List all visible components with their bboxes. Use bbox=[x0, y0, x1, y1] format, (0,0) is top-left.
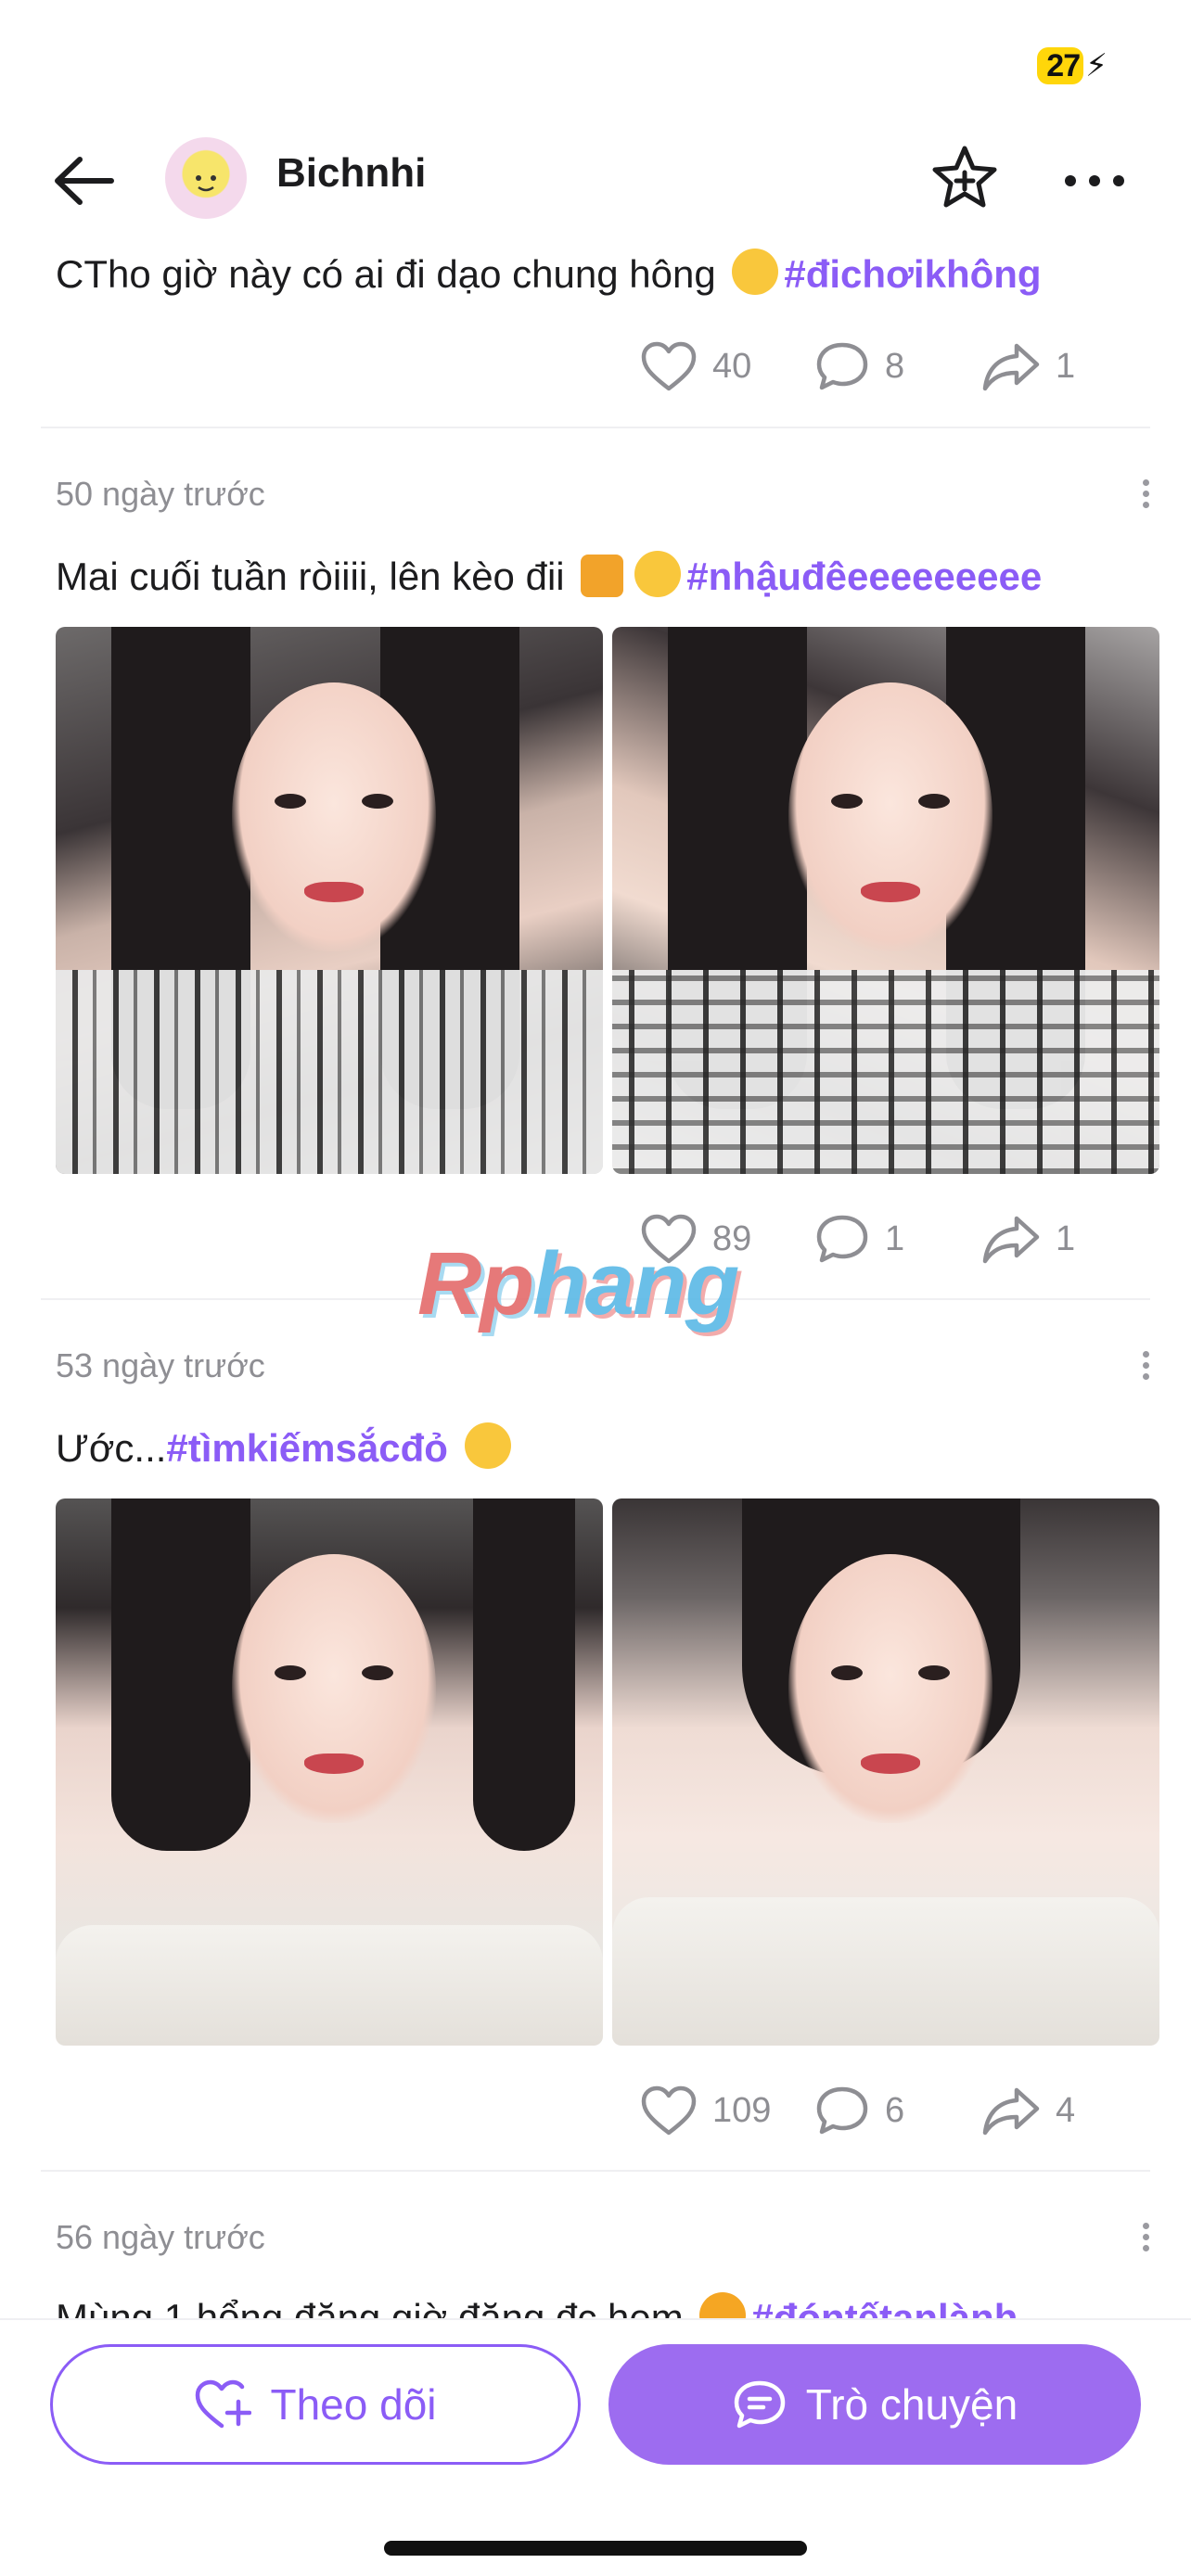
post-text: Ước... bbox=[56, 1426, 167, 1470]
username[interactable]: Bichnhi bbox=[276, 150, 426, 197]
comment-button[interactable]: 6 bbox=[814, 2073, 904, 2148]
status-bar: 27 ⚡ bbox=[0, 0, 1191, 130]
post-photo[interactable] bbox=[612, 1498, 1159, 2046]
star-plus-icon bbox=[932, 146, 997, 208]
post-hashtag[interactable]: #nhậuđêeeeeeeeee bbox=[686, 555, 1042, 598]
chat-button[interactable]: Trò chuyện bbox=[608, 2344, 1141, 2465]
like-count: 40 bbox=[712, 346, 752, 386]
profile-header: Bichnhi bbox=[0, 130, 1191, 232]
post-hashtag[interactable]: #đichơikhông bbox=[784, 252, 1041, 296]
avatar[interactable] bbox=[165, 137, 247, 219]
follow-button-label: Theo dõi bbox=[270, 2380, 437, 2429]
battery-icon: 27 bbox=[1037, 47, 1084, 84]
post-timestamp: 53 ngày trước bbox=[56, 1346, 265, 1384]
favorite-button[interactable] bbox=[928, 141, 1002, 215]
bottom-action-bar: Theo dõi Trò chuyện bbox=[0, 2318, 1191, 2576]
follow-button[interactable]: Theo dõi bbox=[50, 2344, 581, 2465]
share-button[interactable]: 1 bbox=[981, 1202, 1075, 1276]
post-timestamp: 56 ngày trước bbox=[56, 2218, 265, 2256]
heart-plus-icon bbox=[196, 2379, 252, 2429]
back-button[interactable] bbox=[48, 148, 122, 213]
like-button[interactable]: 40 bbox=[640, 329, 751, 403]
comment-button[interactable]: 1 bbox=[814, 1202, 904, 1276]
post-caption: Ước...#tìmkiếmsắcđỏ bbox=[56, 1422, 517, 1471]
post-more-button[interactable] bbox=[1132, 1346, 1159, 1393]
chat-bubble-icon bbox=[734, 2380, 786, 2429]
comment-button[interactable]: 8 bbox=[814, 329, 904, 403]
heart-icon bbox=[641, 341, 697, 391]
more-horizontal-icon bbox=[1065, 175, 1124, 186]
share-count: 4 bbox=[1056, 2090, 1076, 2130]
divider bbox=[41, 427, 1150, 428]
beer-mug-emoji-icon bbox=[581, 555, 624, 597]
comment-count: 8 bbox=[885, 346, 905, 386]
sad-face-emoji-icon bbox=[732, 249, 779, 295]
comment-count: 1 bbox=[885, 1218, 905, 1258]
like-button[interactable]: 109 bbox=[640, 2073, 771, 2148]
post-text: CTho giờ này có ai đi dạo chung hông bbox=[56, 252, 716, 296]
post-photo[interactable] bbox=[56, 1498, 603, 2046]
comment-icon bbox=[816, 1215, 868, 1263]
battery-indicator: 27 ⚡ bbox=[1037, 45, 1108, 87]
divider bbox=[41, 2170, 1150, 2172]
eye-roll-emoji-icon bbox=[634, 551, 682, 597]
peeking-face-emoji-icon bbox=[464, 1422, 511, 1469]
share-button[interactable]: 1 bbox=[981, 329, 1075, 403]
share-icon bbox=[982, 343, 1040, 391]
post-photo[interactable] bbox=[612, 627, 1159, 1174]
back-arrow-icon bbox=[55, 157, 114, 205]
post-photo[interactable] bbox=[56, 627, 603, 1174]
heart-icon bbox=[641, 2085, 697, 2136]
face bbox=[232, 1554, 436, 1823]
watermark-logo: Rphang bbox=[417, 1234, 739, 1333]
avatar-face-icon bbox=[196, 175, 216, 192]
share-count: 1 bbox=[1056, 346, 1076, 386]
like-count: 109 bbox=[712, 2090, 772, 2130]
post-timestamp: 50 ngày trước bbox=[56, 475, 265, 513]
share-button[interactable]: 4 bbox=[981, 2073, 1075, 2148]
post-actions: 40 8 1 bbox=[631, 329, 1150, 403]
home-indicator[interactable] bbox=[384, 2541, 807, 2556]
share-icon bbox=[982, 1216, 1040, 1264]
face bbox=[788, 1554, 992, 1823]
charging-icon: ⚡ bbox=[1085, 48, 1108, 83]
post-caption: Mai cuối tuần ròiiii, lên kèo đii #nhậuđ… bbox=[56, 551, 1042, 599]
post-actions: 109 6 4 bbox=[631, 2073, 1150, 2148]
post-caption: CTho giờ này có ai đi dạo chung hông #đi… bbox=[56, 249, 1042, 297]
comment-count: 6 bbox=[885, 2090, 905, 2130]
post-more-button[interactable] bbox=[1132, 2218, 1159, 2264]
share-count: 1 bbox=[1056, 1218, 1076, 1258]
more-options-button[interactable] bbox=[1057, 148, 1132, 213]
chat-button-label: Trò chuyện bbox=[805, 2380, 1018, 2429]
post-hashtag[interactable]: #tìmkiếmsắcđỏ bbox=[166, 1426, 447, 1470]
post-more-button[interactable] bbox=[1132, 475, 1159, 521]
comment-icon bbox=[816, 342, 868, 390]
battery-level: 27 bbox=[1046, 47, 1081, 83]
comment-icon bbox=[816, 2086, 868, 2135]
face bbox=[788, 682, 992, 951]
share-icon bbox=[982, 2087, 1040, 2136]
face bbox=[232, 682, 436, 951]
post-text: Mai cuối tuần ròiiii, lên kèo đii bbox=[56, 555, 565, 598]
